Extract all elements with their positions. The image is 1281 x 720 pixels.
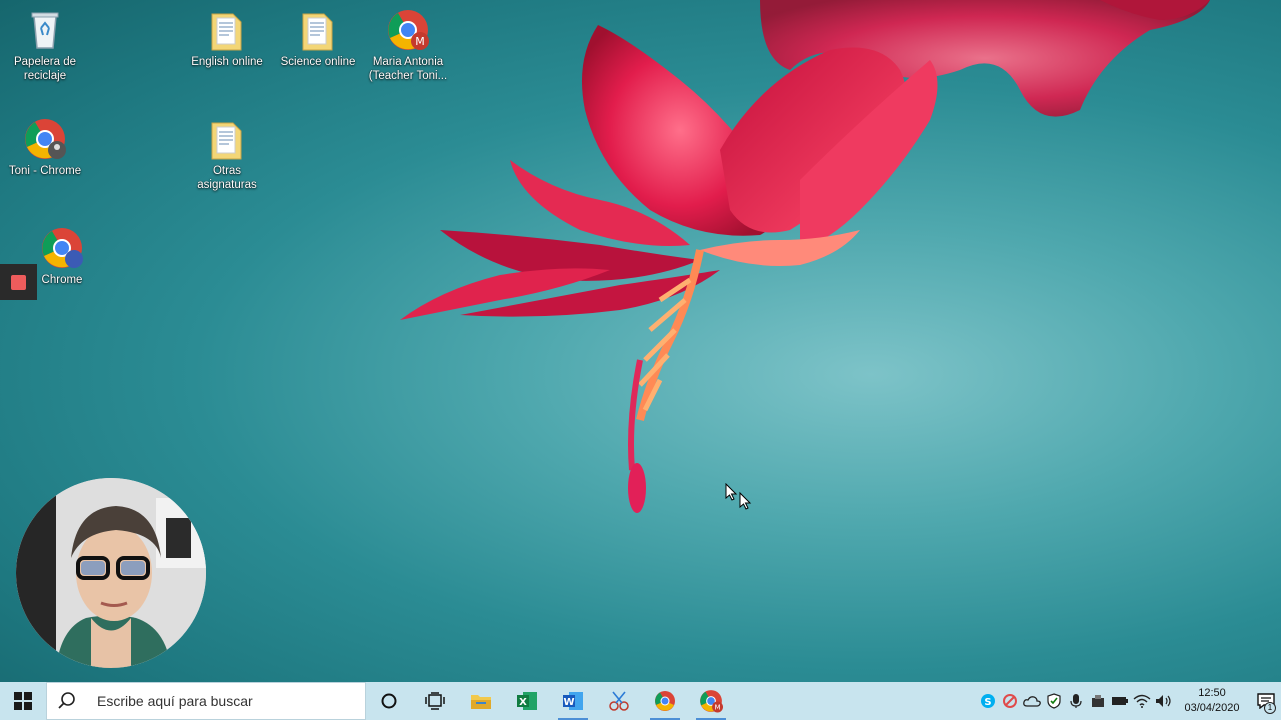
taskbar: Escribe aquí para buscar X W M S 12:50 0… bbox=[0, 682, 1281, 720]
stop-record-icon bbox=[11, 274, 26, 290]
desktop-icon-toni-chrome[interactable]: Toni - Chrome bbox=[2, 117, 88, 178]
webcam-overlay bbox=[16, 478, 206, 668]
folder-icon bbox=[205, 117, 249, 161]
onedrive-icon[interactable] bbox=[1021, 682, 1043, 720]
word-icon: W bbox=[563, 692, 583, 710]
file-explorer-icon bbox=[471, 695, 491, 709]
cortana-button[interactable] bbox=[366, 682, 412, 720]
desktop: Papelera de reciclaje English online Sci… bbox=[0, 0, 1281, 682]
word-button[interactable]: W bbox=[550, 682, 596, 720]
excel-icon: X bbox=[517, 692, 537, 710]
svg-text:X: X bbox=[519, 697, 527, 708]
webcam-person-image bbox=[16, 478, 206, 668]
desktop-icon-otras-asignaturas[interactable]: Otras asignaturas bbox=[184, 117, 270, 192]
svg-text:S: S bbox=[984, 697, 991, 708]
folder-icon bbox=[296, 8, 340, 52]
system-tray: S 12:50 03/04/2020 1 bbox=[977, 682, 1281, 720]
excel-button[interactable]: X bbox=[504, 682, 550, 720]
task-view-icon bbox=[425, 692, 445, 710]
desktop-icon-maria-antonia[interactable]: M Maria Antonia (Teacher Toni... bbox=[365, 8, 451, 83]
chrome-taskbar-button[interactable] bbox=[642, 682, 688, 720]
sync-icon[interactable] bbox=[999, 682, 1021, 720]
mouse-cursor bbox=[725, 483, 752, 510]
chrome-profile-taskbar-button[interactable]: M bbox=[688, 682, 734, 720]
desktop-icon-label: Papelera de reciclaje bbox=[13, 56, 77, 82]
desktop-icon-label: Science online bbox=[280, 56, 356, 68]
skype-icon[interactable]: S bbox=[977, 682, 999, 720]
start-button[interactable] bbox=[0, 682, 46, 720]
recycle-bin-icon bbox=[23, 8, 67, 52]
volume-icon[interactable] bbox=[1153, 682, 1175, 720]
stop-record-button[interactable] bbox=[0, 264, 37, 300]
search-placeholder: Escribe aquí para buscar bbox=[97, 693, 253, 709]
svg-text:M: M bbox=[714, 703, 720, 712]
clock-date: 03/04/2020 bbox=[1184, 702, 1240, 714]
folder-icon bbox=[205, 8, 249, 52]
chrome-profile-icon bbox=[23, 117, 67, 161]
usb-icon[interactable] bbox=[1087, 682, 1109, 720]
cortana-icon bbox=[381, 693, 397, 709]
desktop-icon-science-online[interactable]: Science online bbox=[275, 8, 361, 69]
svg-text:W: W bbox=[563, 697, 574, 708]
search-icon bbox=[58, 692, 75, 709]
taskbar-clock[interactable]: 12:50 03/04/2020 bbox=[1181, 686, 1243, 716]
desktop-icon-recycle-bin[interactable]: Papelera de reciclaje bbox=[2, 8, 88, 83]
desktop-icon-label: Otras asignaturas bbox=[197, 165, 257, 191]
desktop-icon-label: Chrome bbox=[41, 274, 83, 286]
action-center-button[interactable]: 1 bbox=[1251, 682, 1281, 720]
desktop-icon-english-online[interactable]: English online bbox=[184, 8, 270, 69]
battery-icon[interactable] bbox=[1109, 682, 1131, 720]
svg-text:M: M bbox=[415, 35, 425, 48]
snipping-tool-icon bbox=[609, 691, 629, 711]
notification-count: 1 bbox=[1264, 702, 1276, 714]
chrome-profile-icon: M bbox=[700, 690, 723, 713]
clock-time: 12:50 bbox=[1198, 687, 1226, 699]
file-explorer-button[interactable] bbox=[458, 682, 504, 720]
chrome-profile-icon bbox=[40, 226, 84, 270]
windows-logo-icon bbox=[14, 692, 32, 710]
snipping-tool-button[interactable] bbox=[596, 682, 642, 720]
defender-icon[interactable] bbox=[1043, 682, 1065, 720]
chrome-profile-icon: M bbox=[386, 8, 430, 52]
taskbar-search-box[interactable]: Escribe aquí para buscar bbox=[46, 682, 366, 720]
chrome-icon bbox=[655, 691, 675, 711]
wifi-icon[interactable] bbox=[1131, 682, 1153, 720]
desktop-icon-label: English online bbox=[191, 56, 263, 68]
microphone-icon[interactable] bbox=[1065, 682, 1087, 720]
desktop-icon-label: Maria Antonia (Teacher Toni... bbox=[368, 56, 448, 82]
task-view-button[interactable] bbox=[412, 682, 458, 720]
desktop-icon-label: Toni - Chrome bbox=[8, 165, 82, 177]
